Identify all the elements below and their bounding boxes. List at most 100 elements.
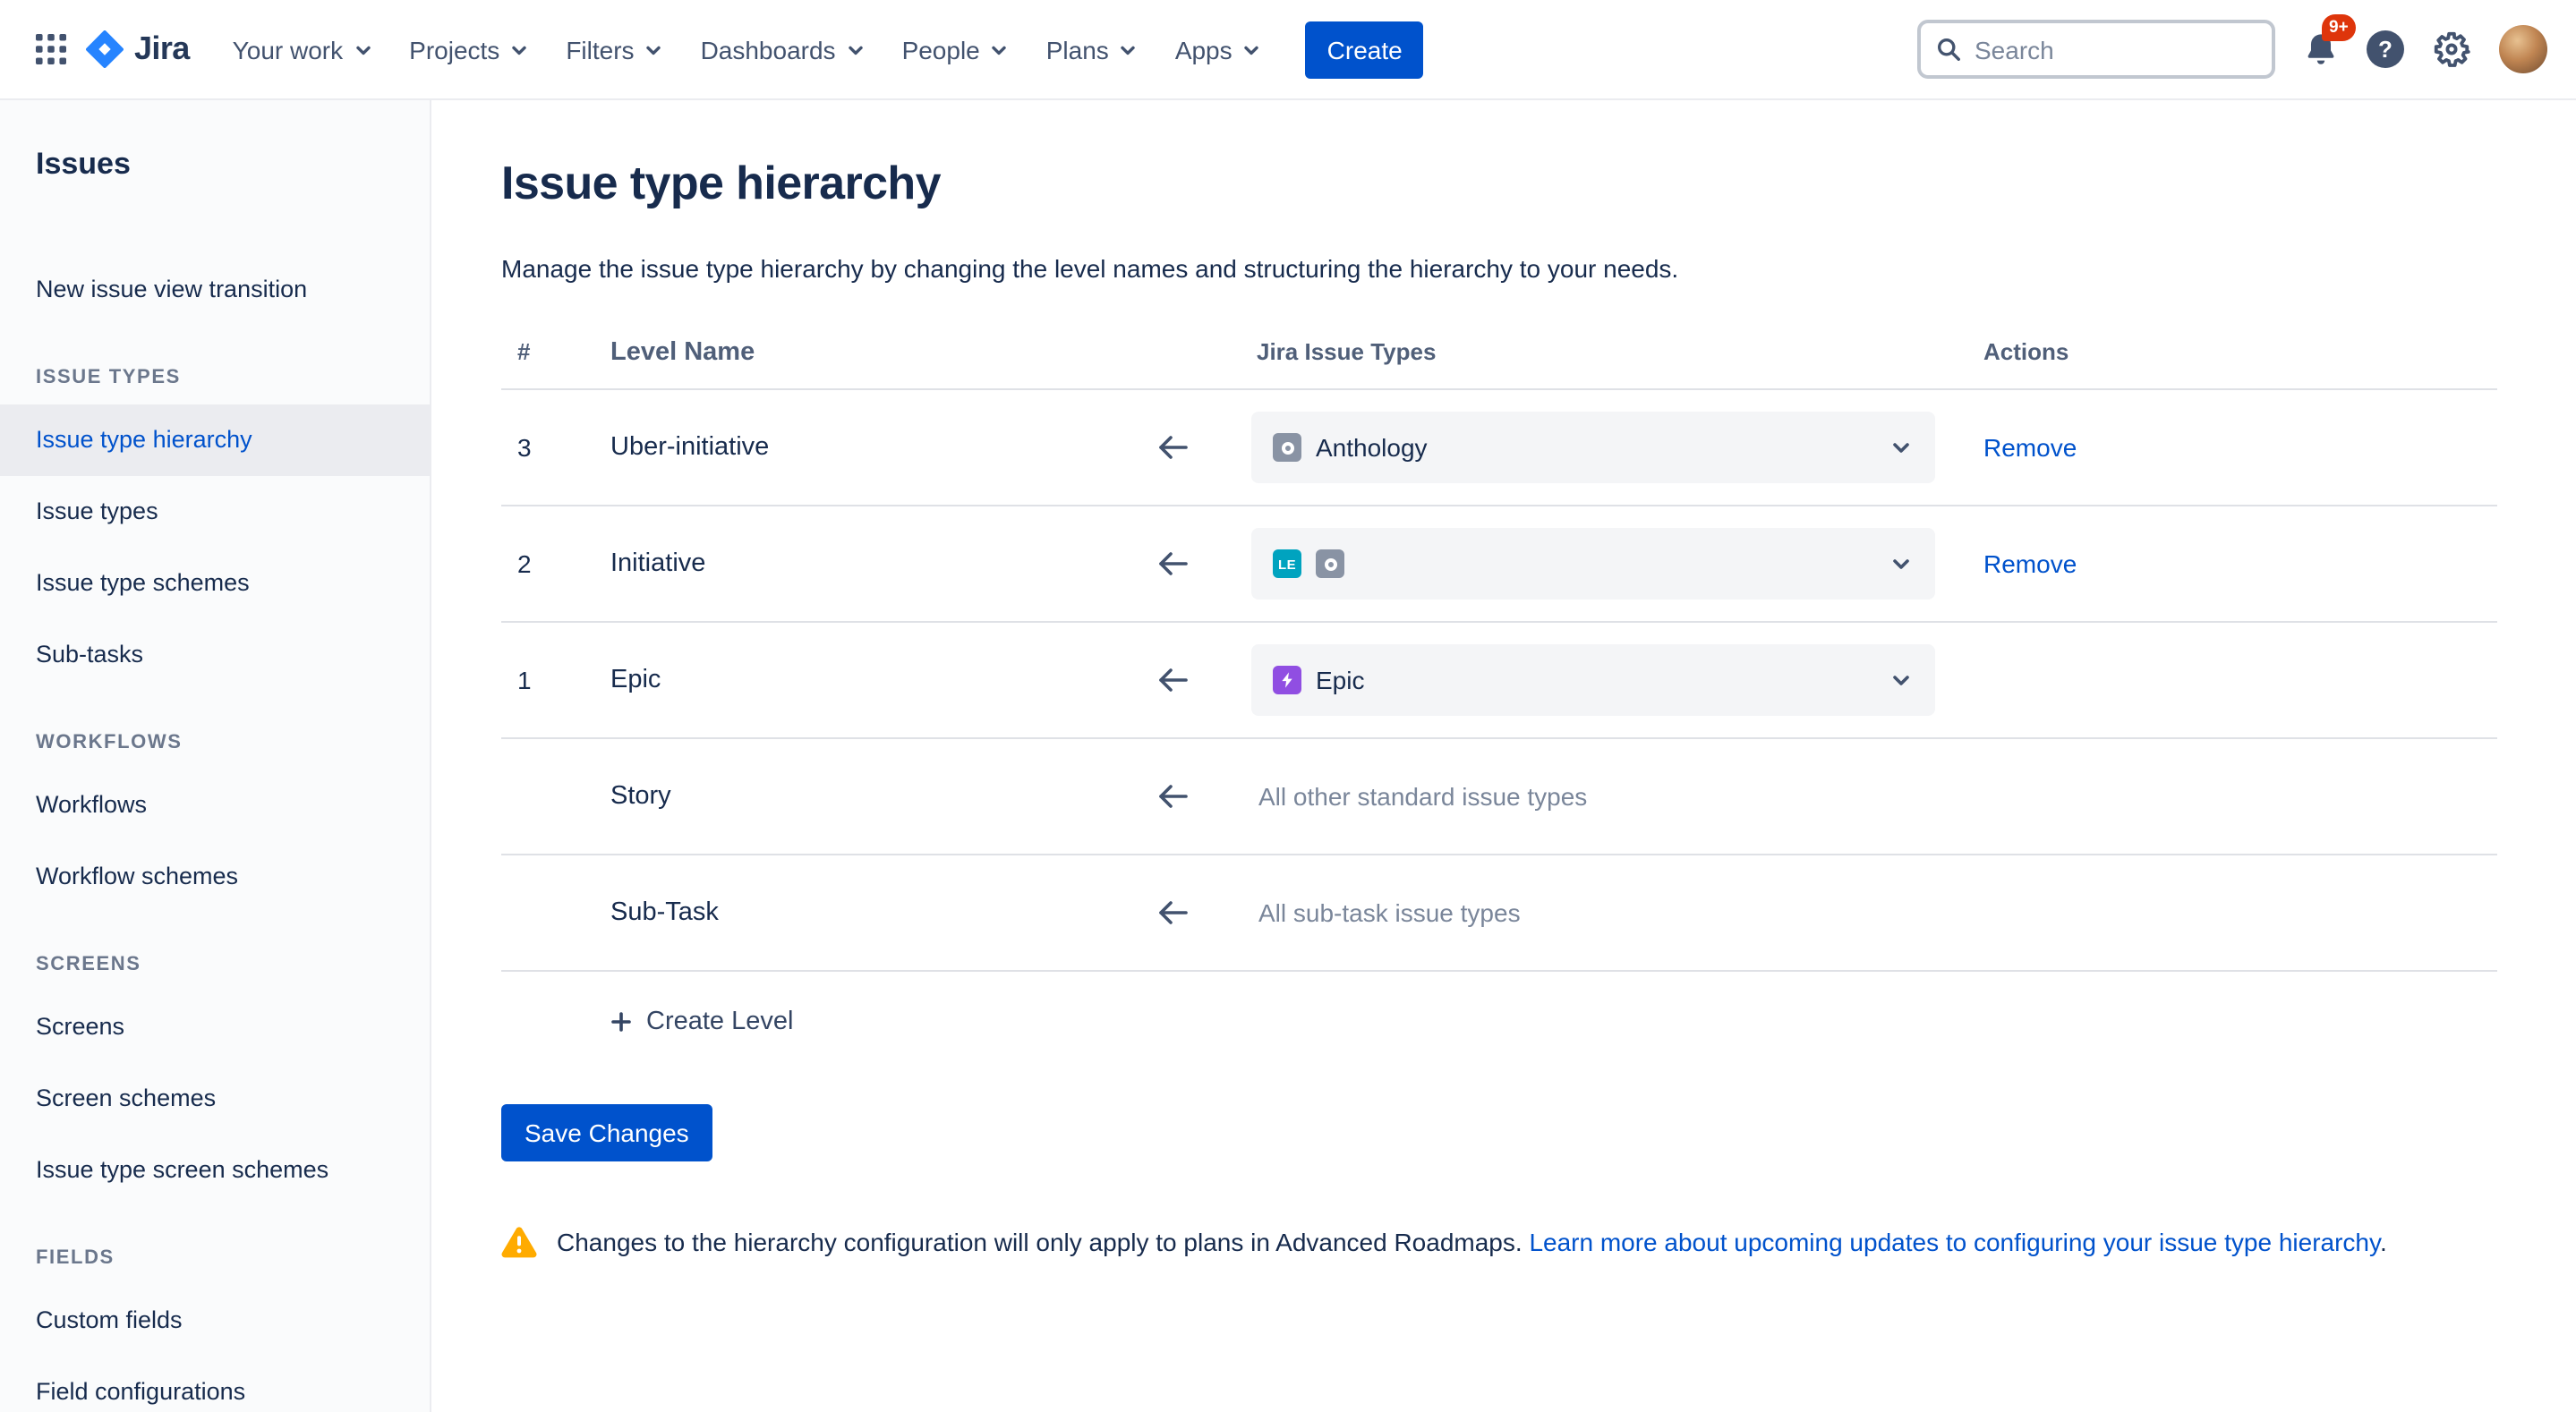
warning-note: Changes to the hierarchy configuration w… [501, 1226, 2576, 1258]
select-value: Epic [1316, 666, 1364, 694]
anthology-issue-type-icon [1273, 433, 1301, 462]
plus-icon [609, 1009, 634, 1034]
table-row-story: Story All other standard issue types [501, 739, 2497, 855]
nav-item-label: People [902, 35, 980, 64]
select-value: Anthology [1316, 433, 1428, 462]
issue-types-select[interactable]: Anthology [1251, 412, 1935, 483]
save-changes-button[interactable]: Save Changes [501, 1104, 712, 1161]
nav-item-people[interactable]: People [884, 21, 1028, 78]
notification-badge: 9+ [2322, 14, 2356, 40]
level-name: Sub-Task [610, 898, 1094, 927]
table-row-epic: 1 Epic Epic [501, 623, 2497, 739]
sidebar-item-issue-type-schemes[interactable]: Issue type schemes [0, 548, 430, 619]
help-button[interactable]: ? [2367, 30, 2404, 68]
epic-issue-type-icon [1273, 666, 1301, 694]
app-switcher-grid-icon [35, 34, 65, 64]
nav-item-label: Projects [409, 35, 499, 64]
level-name: Initiative [610, 549, 1094, 578]
table-row-uber-initiative: 3 Uber-initiative Anthology Remove [501, 390, 2497, 506]
nav-item-label: Filters [566, 35, 634, 64]
remove-link[interactable]: Remove [1983, 433, 2077, 462]
le-issue-type-avatar: LE [1273, 549, 1301, 578]
sidebar-section-fields: FIELDS [0, 1206, 430, 1285]
column-header-level-name: Level Name [610, 338, 1094, 367]
create-button[interactable]: Create [1306, 21, 1424, 78]
column-header-number: # [501, 338, 610, 367]
jira-logo[interactable]: Jira [86, 30, 190, 68]
chevron-down-icon [1241, 38, 1263, 60]
generic-issue-type-icon [1316, 549, 1344, 578]
issue-types-select[interactable]: LE [1251, 528, 1935, 600]
nav-item-filters[interactable]: Filters [548, 21, 682, 78]
level-name: Uber-initiative [610, 433, 1094, 462]
table-header-row: # Level Name Jira Issue Types Actions [501, 338, 2497, 390]
settings-button[interactable] [2431, 29, 2472, 70]
chevron-down-icon [1118, 38, 1139, 60]
warning-text-suffix: . [2380, 1228, 2387, 1256]
create-level-row: Create Level [609, 1008, 2576, 1043]
arrow-left-icon [1155, 549, 1190, 578]
user-avatar[interactable] [2499, 25, 2547, 73]
chevron-down-icon [508, 38, 530, 60]
sidebar-item-issue-type-hierarchy[interactable]: Issue type hierarchy [0, 404, 430, 476]
nav-item-projects[interactable]: Projects [391, 21, 548, 78]
issue-types-placeholder: All other standard issue types [1251, 782, 1587, 811]
chevron-down-icon [644, 38, 665, 60]
level-number: 3 [501, 433, 610, 462]
nav-item-label: Your work [233, 35, 344, 64]
nav-item-label: Apps [1175, 35, 1233, 64]
arrow-left-icon [1155, 898, 1190, 927]
sidebar-item-screens[interactable]: Screens [0, 991, 430, 1063]
issue-types-select[interactable]: Epic [1251, 644, 1935, 716]
column-header-issue-types: Jira Issue Types [1251, 338, 1983, 367]
search-icon [1935, 36, 1962, 63]
sidebar-item-issue-type-screen-schemes[interactable]: Issue type screen schemes [0, 1135, 430, 1206]
sidebar-item-sub-tasks[interactable]: Sub-tasks [0, 619, 430, 691]
level-number: 1 [501, 666, 610, 694]
top-navigation-bar: Jira Your work Projects Filters Dashboar… [0, 0, 2576, 100]
level-name: Epic [610, 666, 1094, 694]
remove-link[interactable]: Remove [1983, 549, 2077, 578]
warning-text-lead: Changes to the hierarchy configuration w… [557, 1228, 1529, 1256]
settings-sidebar: Issues New issue view transition ISSUE T… [0, 100, 431, 1412]
chevron-down-icon [352, 38, 373, 60]
sidebar-item-field-configurations[interactable]: Field configurations [0, 1357, 430, 1412]
app-switcher-button[interactable] [21, 21, 79, 78]
sidebar-section-screens: SCREENS [0, 913, 430, 991]
sidebar-item-screen-schemes[interactable]: Screen schemes [0, 1063, 430, 1135]
help-icon: ? [2367, 30, 2404, 68]
level-name: Story [610, 782, 1094, 811]
arrow-left-icon [1155, 433, 1190, 462]
search-input[interactable] [1975, 35, 2257, 64]
chevron-down-icon [1889, 435, 1914, 460]
create-level-label: Create Level [646, 1008, 793, 1036]
chevron-down-icon [989, 38, 1011, 60]
page-title: Issue type hierarchy [501, 154, 2576, 211]
sidebar-item-workflows[interactable]: Workflows [0, 770, 430, 841]
global-search[interactable] [1917, 20, 2275, 79]
notifications-button[interactable]: 9+ [2302, 30, 2340, 68]
page-body: Issues New issue view transition ISSUE T… [0, 100, 2576, 1412]
table-row-sub-task: Sub-Task All sub-task issue types [501, 855, 2497, 972]
create-level-button[interactable]: Create Level [609, 1008, 793, 1036]
gear-icon [2431, 29, 2472, 70]
chevron-down-icon [1889, 668, 1914, 693]
chevron-down-icon [845, 38, 866, 60]
sidebar-item-custom-fields[interactable]: Custom fields [0, 1285, 430, 1357]
nav-right-cluster: 9+ ? [1917, 20, 2547, 79]
sidebar-title: Issues [0, 147, 430, 183]
nav-item-apps[interactable]: Apps [1157, 21, 1281, 78]
sidebar-item-issue-types[interactable]: Issue types [0, 476, 430, 548]
learn-more-link[interactable]: Learn more about upcoming updates to con… [1529, 1228, 2380, 1256]
nav-item-your-work[interactable]: Your work [215, 21, 392, 78]
main-content: Issue type hierarchy Manage the issue ty… [431, 100, 2576, 1412]
nav-item-dashboards[interactable]: Dashboards [683, 21, 884, 78]
sidebar-item-workflow-schemes[interactable]: Workflow schemes [0, 841, 430, 913]
sidebar-section-issue-types: ISSUE TYPES [0, 326, 430, 404]
jira-settings-page: Jira Your work Projects Filters Dashboar… [0, 0, 2576, 1412]
column-header-arrow-spacer [1094, 338, 1251, 367]
nav-item-plans[interactable]: Plans [1028, 21, 1157, 78]
hierarchy-table: # Level Name Jira Issue Types Actions 3 … [501, 338, 2497, 972]
chevron-down-icon [1889, 551, 1914, 576]
sidebar-item-new-issue-view-transition[interactable]: New issue view transition [0, 254, 430, 326]
